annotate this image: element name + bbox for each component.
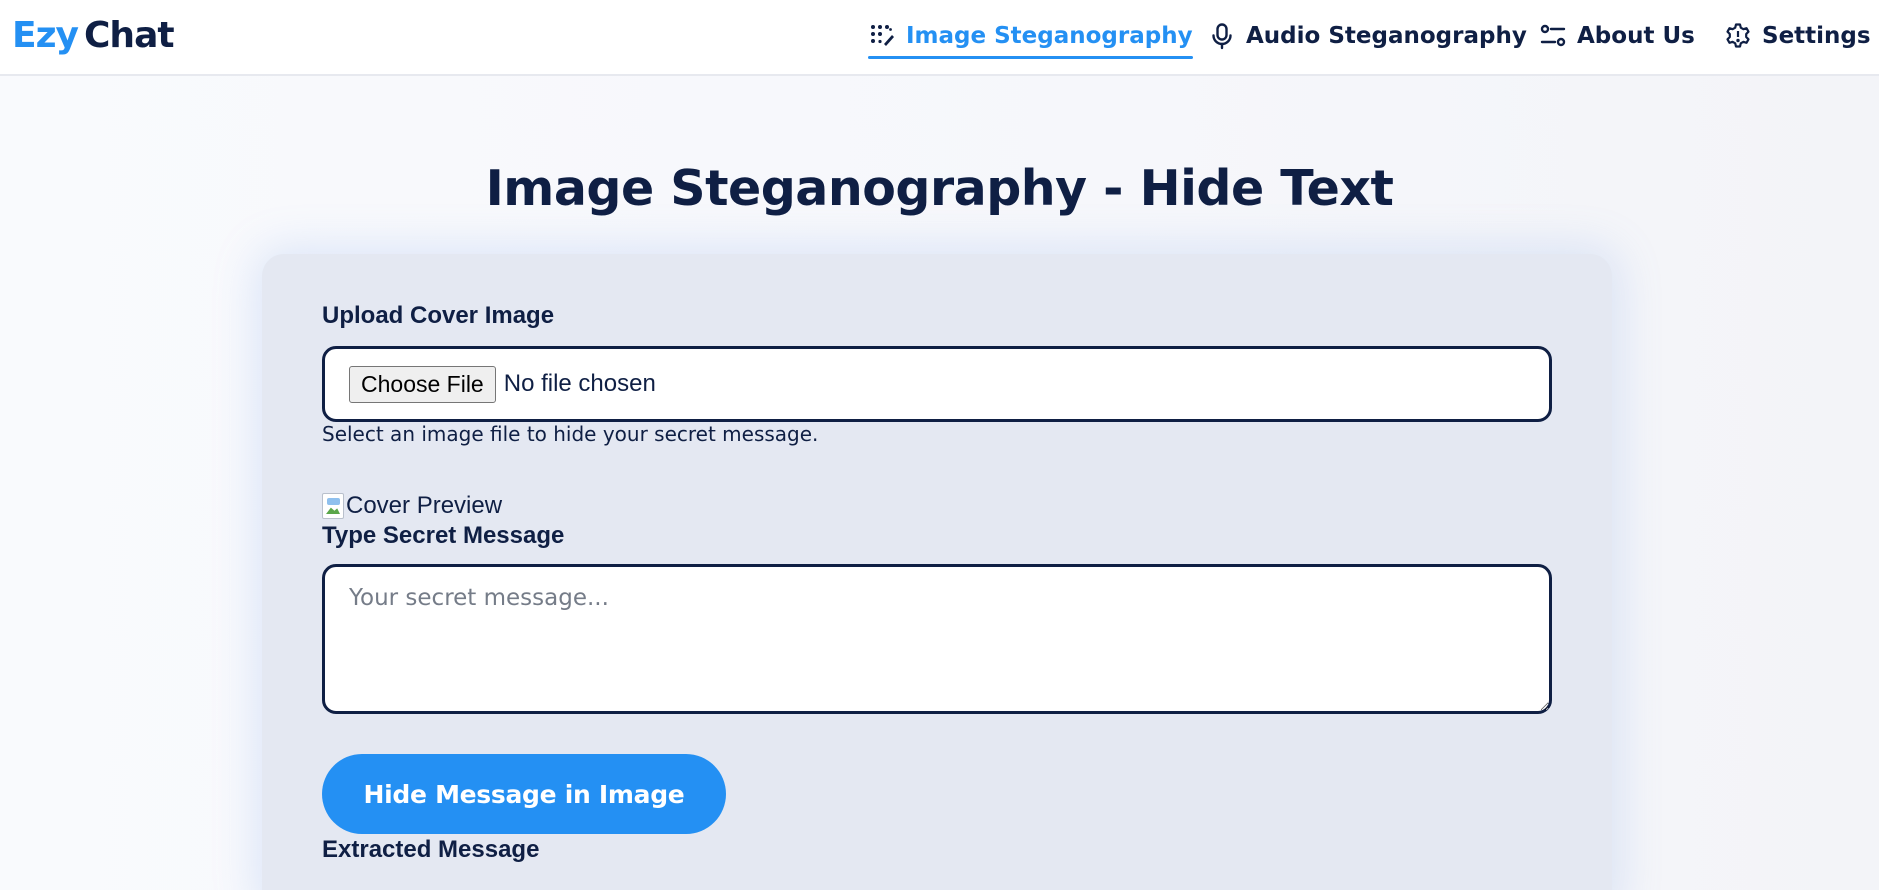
upload-cover-label: Upload Cover Image bbox=[322, 302, 555, 329]
nav-label: Image Steganography bbox=[906, 23, 1193, 49]
sliders-icon bbox=[1540, 24, 1566, 47]
secret-message-label: Type Secret Message bbox=[322, 522, 565, 549]
cover-preview-image: Cover Preview bbox=[322, 492, 502, 520]
extracted-message-label: Extracted Message bbox=[322, 836, 540, 863]
nav-item-image-steganography[interactable]: Image Steganography bbox=[868, 14, 1193, 59]
microphone-icon bbox=[1212, 23, 1232, 50]
choose-file-button[interactable]: Choose File bbox=[349, 365, 496, 403]
broken-image-icon bbox=[322, 493, 344, 519]
nav-item-about-us[interactable]: About Us bbox=[1539, 14, 1695, 58]
hide-message-button[interactable]: Hide Message in Image bbox=[322, 754, 726, 834]
page-title: Image Steganography - Hide Text bbox=[485, 160, 1394, 217]
secret-message-textarea[interactable] bbox=[322, 564, 1552, 714]
upload-hint: Select an image file to hide your secret… bbox=[322, 422, 819, 446]
brand-part-ezy: Ezy bbox=[12, 15, 79, 56]
cover-image-file-input[interactable]: Choose File No file chosen bbox=[322, 346, 1552, 422]
navbar: Ezy Chat Image Steganography Audio Stegan… bbox=[0, 0, 1879, 76]
brand-logo[interactable]: Ezy Chat bbox=[12, 14, 175, 58]
hide-text-form-card: Upload Cover Image Choose File No file c… bbox=[262, 254, 1612, 890]
brand-part-chat: Chat bbox=[84, 15, 175, 56]
nav-item-audio-steganography[interactable]: Audio Steganography bbox=[1208, 14, 1527, 58]
nav-label: Audio Steganography bbox=[1246, 23, 1527, 49]
cover-preview-alt-text: Cover Preview bbox=[346, 492, 503, 519]
nav-label: Settings bbox=[1762, 23, 1871, 49]
nav-label: About Us bbox=[1577, 23, 1695, 49]
gear-icon bbox=[1726, 23, 1750, 48]
file-status-text: No file chosen bbox=[503, 370, 656, 397]
sparkle-grid-icon bbox=[871, 25, 894, 46]
nav-item-settings[interactable]: Settings bbox=[1724, 14, 1871, 58]
